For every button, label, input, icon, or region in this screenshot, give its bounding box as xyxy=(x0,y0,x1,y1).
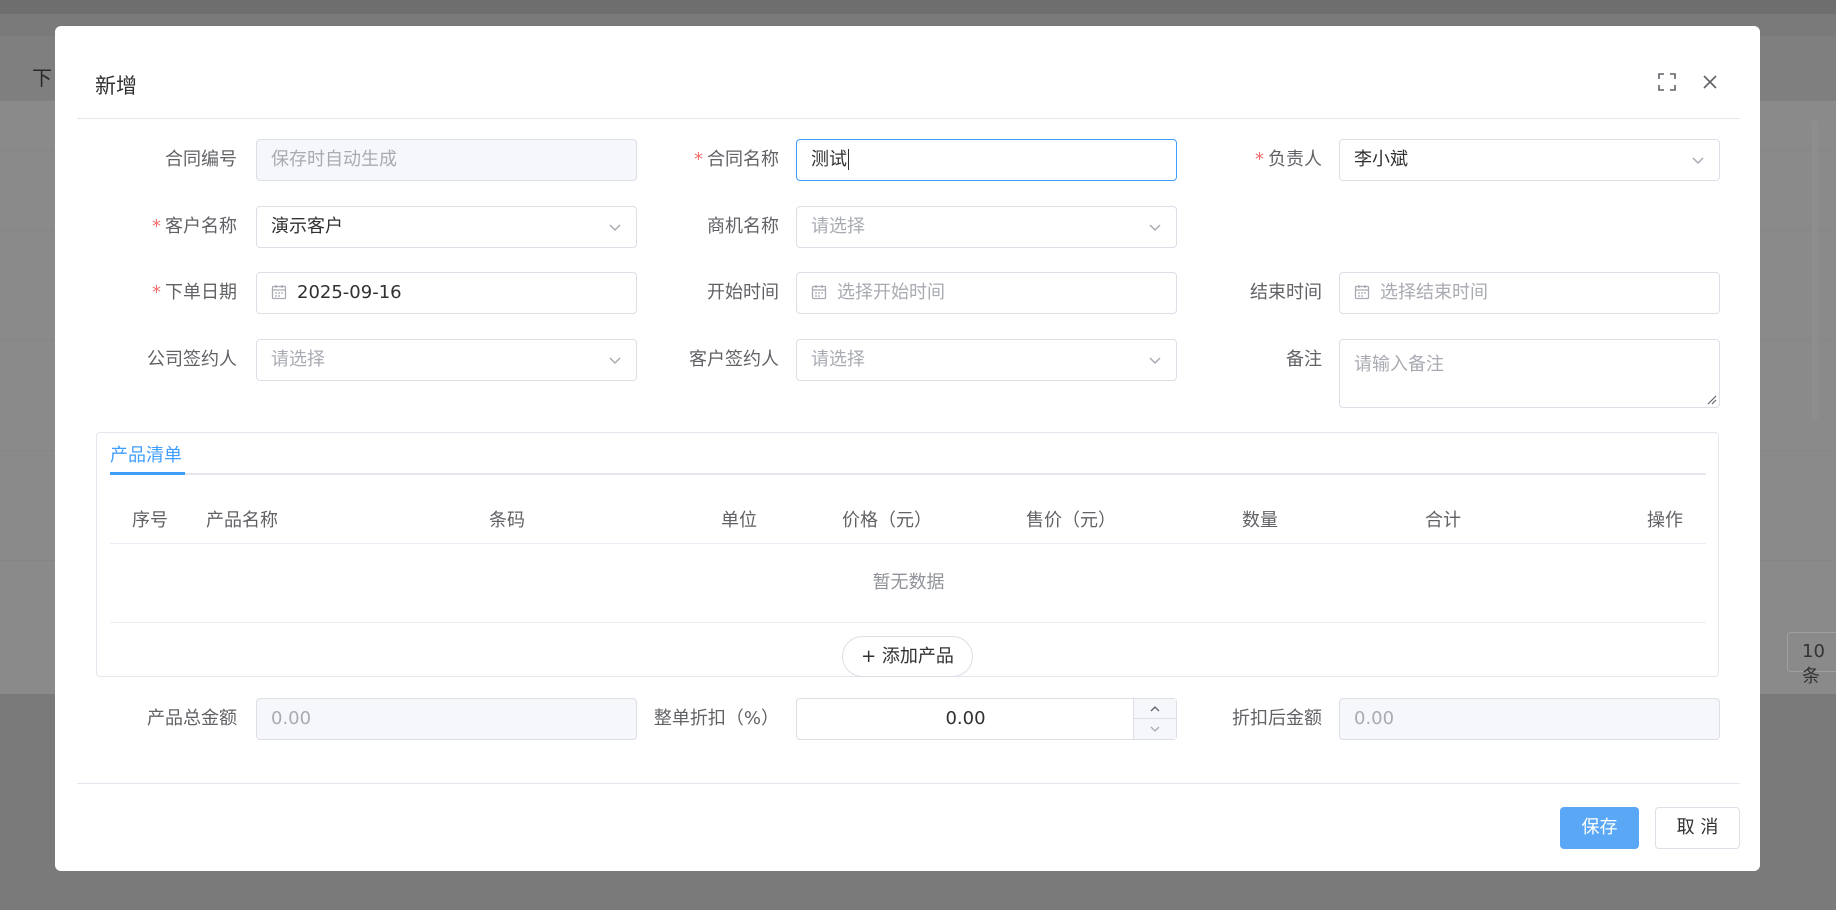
column-header: 价格（元） xyxy=(842,510,932,531)
owner-label: * 负责人 xyxy=(1255,149,1322,170)
column-header: 条码 xyxy=(489,510,525,531)
end-time-picker[interactable]: 选择结束时间 xyxy=(1339,272,1720,314)
column-header: 售价（元） xyxy=(1026,510,1116,531)
column-header: 操作 xyxy=(1647,510,1683,531)
order-date-picker[interactable]: 2025-09-16 xyxy=(256,272,637,314)
discount-value[interactable]: 0.00 xyxy=(797,699,1134,739)
discount-stepper[interactable]: 0.00 xyxy=(796,698,1177,740)
column-header: 产品名称 xyxy=(206,510,278,531)
calendar-icon xyxy=(271,284,287,299)
contract-name-input[interactable]: 测试 xyxy=(796,139,1177,181)
contract-no-label: 合同编号 xyxy=(165,149,237,170)
product-list-card: 产品清单 序号 产品名称 条码 单位 价格（元） 售价（元） 数量 合计 操作 … xyxy=(96,432,1719,677)
customer-signer-label: 客户签约人 xyxy=(689,349,779,370)
calendar-icon xyxy=(1354,284,1370,299)
total-amount-input: 0.00 xyxy=(256,698,637,740)
background-scrollbar xyxy=(1812,120,1818,420)
contract-no-input: 保存时自动生成 xyxy=(256,139,637,181)
close-icon[interactable] xyxy=(1700,72,1720,92)
tab-active-indicator xyxy=(110,472,185,475)
remark-label: 备注 xyxy=(1286,349,1322,370)
resize-handle-icon[interactable] xyxy=(1705,393,1717,405)
discount-label: 整单折扣（%） xyxy=(653,708,779,729)
background-topbar xyxy=(0,0,1836,14)
start-time-picker[interactable]: 选择开始时间 xyxy=(796,272,1177,314)
background-page-size-select: 10条 xyxy=(1787,632,1836,687)
column-header: 合计 xyxy=(1425,510,1461,531)
customer-label: * 客户名称 xyxy=(152,216,237,237)
table-header-divider xyxy=(110,543,1706,544)
cancel-button[interactable]: 取 消 xyxy=(1655,807,1740,849)
header-divider xyxy=(77,118,1740,119)
chevron-down-icon xyxy=(1149,224,1161,232)
order-date-label: * 下单日期 xyxy=(152,282,237,303)
chevron-down-icon xyxy=(1692,157,1704,165)
after-discount-input: 0.00 xyxy=(1339,698,1720,740)
column-header: 单位 xyxy=(721,510,757,531)
owner-select[interactable]: 李小斌 xyxy=(1339,139,1720,181)
opportunity-label: 商机名称 xyxy=(707,216,779,237)
customer-signer-select[interactable]: 请选择 xyxy=(796,339,1177,381)
total-amount-label: 产品总金额 xyxy=(147,708,237,729)
empty-state-text: 暂无数据 xyxy=(872,572,945,593)
fullscreen-icon[interactable] xyxy=(1658,73,1676,91)
start-time-label: 开始时间 xyxy=(707,282,779,303)
contract-name-label: * 合同名称 xyxy=(694,149,779,170)
table-bottom-divider xyxy=(110,622,1706,623)
column-header: 数量 xyxy=(1242,510,1278,531)
column-header: 序号 xyxy=(132,510,168,531)
end-time-label: 结束时间 xyxy=(1250,282,1322,303)
company-signer-select[interactable]: 请选择 xyxy=(256,339,637,381)
footer-divider xyxy=(77,783,1740,784)
after-discount-label: 折扣后金额 xyxy=(1232,708,1322,729)
dialog-title: 新增 xyxy=(95,74,137,98)
opportunity-select[interactable]: 请选择 xyxy=(796,206,1177,248)
add-product-button[interactable]: + 添加产品 xyxy=(842,636,973,677)
tab-product-list[interactable]: 产品清单 xyxy=(110,441,182,467)
remark-textarea[interactable]: 请输入备注 xyxy=(1339,339,1720,408)
background-title: 下 xyxy=(32,66,52,90)
company-signer-label: 公司签约人 xyxy=(147,349,237,370)
customer-select[interactable]: 演示客户 xyxy=(256,206,637,248)
tab-bar-line xyxy=(110,473,1706,475)
calendar-icon xyxy=(811,284,827,299)
save-button[interactable]: 保存 xyxy=(1560,807,1639,849)
add-dialog: 新增 合同编号 保存时自动生成 * 合同名称 测试 * 负责人 李小斌 * 客户名称 … xyxy=(55,26,1760,871)
